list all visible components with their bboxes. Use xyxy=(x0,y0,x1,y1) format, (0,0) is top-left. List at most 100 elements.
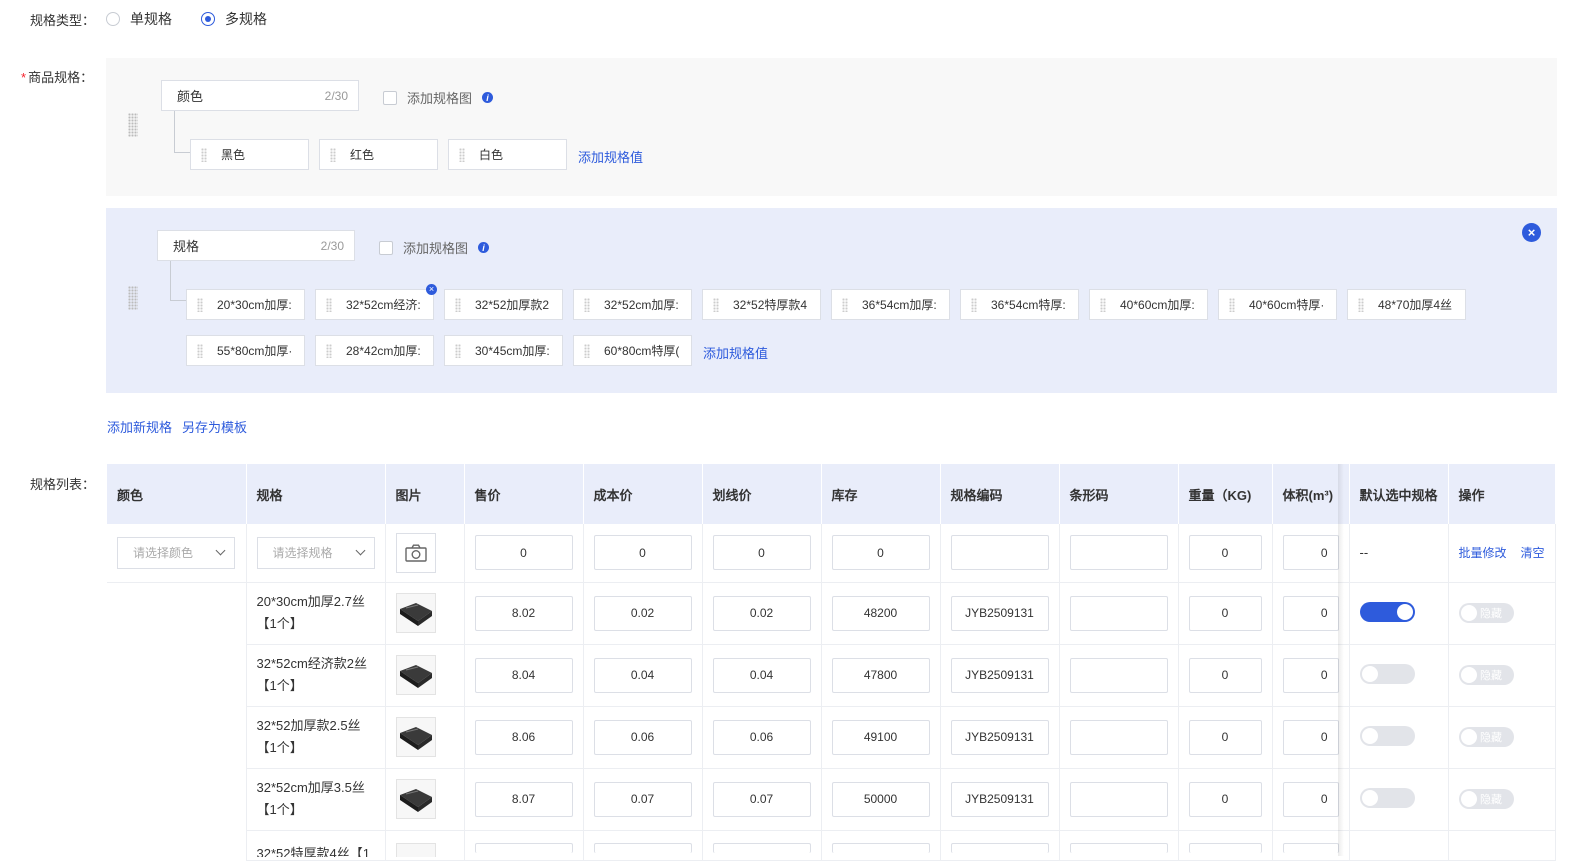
spec-value-chip[interactable]: 32*52cm加厚: xyxy=(573,289,692,320)
list-price-input[interactable]: 0.04 xyxy=(712,657,811,693)
default-spec-toggle[interactable] xyxy=(1359,787,1415,808)
batch-barcode-input[interactable] xyxy=(1069,535,1168,571)
default-spec-toggle[interactable] xyxy=(1359,663,1415,684)
stock-input[interactable]: 48200 xyxy=(831,595,930,631)
list-price-input[interactable]: 0.02 xyxy=(712,595,811,631)
barcode-input[interactable] xyxy=(1069,842,1168,853)
spec-value-chip[interactable]: 36*54cm加厚: xyxy=(831,289,950,320)
price-input[interactable]: 8.06 xyxy=(474,719,573,755)
weight-input[interactable]: 0 xyxy=(1188,719,1262,755)
batch-cost-input[interactable]: 0 xyxy=(593,535,692,571)
spec-value-chip[interactable]: 48*70加厚4丝 xyxy=(1347,289,1466,320)
remove-value-icon[interactable]: × xyxy=(426,284,437,295)
color-select[interactable]: 请选择颜色 xyxy=(117,536,235,569)
stock-input[interactable]: 47800 xyxy=(831,657,930,693)
spec-value-chip[interactable]: 40*60cm加厚: xyxy=(1089,289,1208,320)
radio-multi-spec[interactable]: 多规格 xyxy=(201,9,267,29)
volume-input[interactable]: 0 xyxy=(1282,719,1339,755)
drag-handle-icon[interactable] xyxy=(128,113,138,137)
spec-value-chip[interactable]: 32*52cm经济: xyxy=(315,289,434,320)
spec-value-chip[interactable]: 黑色 xyxy=(190,139,309,170)
default-spec-toggle[interactable] xyxy=(1359,725,1415,746)
spec-value-chip[interactable]: 60*80cm特厚( xyxy=(573,335,692,366)
product-image[interactable] xyxy=(395,655,436,695)
product-image[interactable] xyxy=(395,717,436,757)
default-spec-toggle[interactable] xyxy=(1359,601,1415,622)
list-price-input[interactable]: 0.06 xyxy=(712,719,811,755)
spec-value-chip[interactable]: 32*52加厚款2 xyxy=(444,289,563,320)
spec-value-chip[interactable]: 白色 xyxy=(448,139,567,170)
code-input[interactable]: JYB2509131 xyxy=(950,595,1049,631)
spec-group-name-input[interactable]: 规格 2/30 xyxy=(157,230,355,261)
close-icon[interactable]: × xyxy=(1522,223,1541,242)
info-icon[interactable]: i xyxy=(482,92,494,103)
code-input[interactable] xyxy=(950,842,1049,853)
price-input[interactable]: 8.04 xyxy=(474,657,573,693)
volume-input[interactable]: 0 xyxy=(1282,595,1339,631)
drag-handle-icon[interactable] xyxy=(128,286,138,310)
hide-toggle[interactable]: 隐藏 xyxy=(1458,603,1514,623)
weight-input[interactable] xyxy=(1188,842,1262,853)
barcode-input[interactable] xyxy=(1069,657,1168,693)
clear-link[interactable]: 清空 xyxy=(1521,546,1545,560)
upload-image-button[interactable] xyxy=(395,532,436,573)
code-input[interactable]: JYB2509131 xyxy=(950,781,1049,817)
cost-input[interactable]: 0.04 xyxy=(593,657,692,693)
weight-input[interactable]: 0 xyxy=(1188,781,1262,817)
add-new-spec-link[interactable]: 添加新规格 xyxy=(107,417,172,436)
spec-value-chip[interactable]: 32*52特厚款4 xyxy=(702,289,821,320)
hide-toggle[interactable]: 隐藏 xyxy=(1458,665,1514,685)
list-price-input[interactable] xyxy=(712,842,811,853)
spec-name: 32*52cm经济款2丝 【1个】 xyxy=(256,656,368,693)
weight-input[interactable]: 0 xyxy=(1188,657,1262,693)
code-input[interactable]: JYB2509131 xyxy=(950,719,1049,755)
weight-input[interactable]: 0 xyxy=(1188,595,1262,631)
barcode-input[interactable] xyxy=(1069,781,1168,817)
list-price-input[interactable]: 0.07 xyxy=(712,781,811,817)
batch-price-input[interactable]: 0 xyxy=(474,535,573,571)
price-input[interactable]: 8.02 xyxy=(474,595,573,631)
hide-toggle[interactable]: 隐藏 xyxy=(1458,789,1514,809)
spec-value-chip[interactable]: 55*80cm加厚· xyxy=(186,335,305,366)
batch-edit-link[interactable]: 批量修改 xyxy=(1459,546,1507,560)
spec-value-chip[interactable]: 20*30cm加厚: xyxy=(186,289,305,320)
barcode-input[interactable] xyxy=(1069,595,1168,631)
spec-value-chip[interactable]: 红色 xyxy=(319,139,438,170)
save-as-template-link[interactable]: 另存为模板 xyxy=(182,417,247,436)
add-spec-value-link[interactable]: 添加规格值 xyxy=(703,343,768,362)
batch-weight-input[interactable]: 0 xyxy=(1188,535,1262,571)
batch-stock-input[interactable]: 0 xyxy=(831,535,930,571)
cost-input[interactable]: 0.02 xyxy=(593,595,692,631)
add-spec-image-checkbox[interactable]: 添加规格图 i xyxy=(379,238,490,257)
add-spec-value-link[interactable]: 添加规格值 xyxy=(578,147,643,166)
volume-input[interactable] xyxy=(1282,842,1339,853)
product-image[interactable] xyxy=(395,593,436,633)
radio-single-spec[interactable]: 单规格 xyxy=(106,9,172,29)
stock-input[interactable]: 49100 xyxy=(831,719,930,755)
spec-value-chip[interactable]: 28*42cm加厚: xyxy=(315,335,434,366)
cost-input[interactable] xyxy=(593,842,692,853)
spec-value-chip[interactable]: 30*45cm加厚: xyxy=(444,335,563,366)
spec-value-chip[interactable]: 40*60cm特厚· xyxy=(1218,289,1337,320)
cost-input[interactable]: 0.07 xyxy=(593,781,692,817)
cost-input[interactable]: 0.06 xyxy=(593,719,692,755)
add-spec-image-checkbox[interactable]: 添加规格图 i xyxy=(383,88,494,107)
barcode-input[interactable] xyxy=(1069,719,1168,755)
product-image[interactable] xyxy=(395,779,436,819)
price-input[interactable] xyxy=(474,842,573,853)
price-input[interactable]: 8.07 xyxy=(474,781,573,817)
product-image[interactable] xyxy=(395,842,436,857)
hide-toggle[interactable]: 隐藏 xyxy=(1458,727,1514,747)
batch-code-input[interactable] xyxy=(950,535,1049,571)
batch-volume-input[interactable]: 0 xyxy=(1282,535,1339,571)
code-input[interactable]: JYB2509131 xyxy=(950,657,1049,693)
stock-input[interactable] xyxy=(831,842,930,853)
spec-select[interactable]: 请选择规格 xyxy=(256,536,375,569)
batch-list-price-input[interactable]: 0 xyxy=(712,535,811,571)
info-icon[interactable]: i xyxy=(478,242,490,253)
spec-value-chip[interactable]: 36*54cm特厚: xyxy=(960,289,1079,320)
volume-input[interactable]: 0 xyxy=(1282,781,1339,817)
volume-input[interactable]: 0 xyxy=(1282,657,1339,693)
stock-input[interactable]: 50000 xyxy=(831,781,930,817)
spec-group-name-input[interactable]: 颜色 2/30 xyxy=(161,80,359,111)
